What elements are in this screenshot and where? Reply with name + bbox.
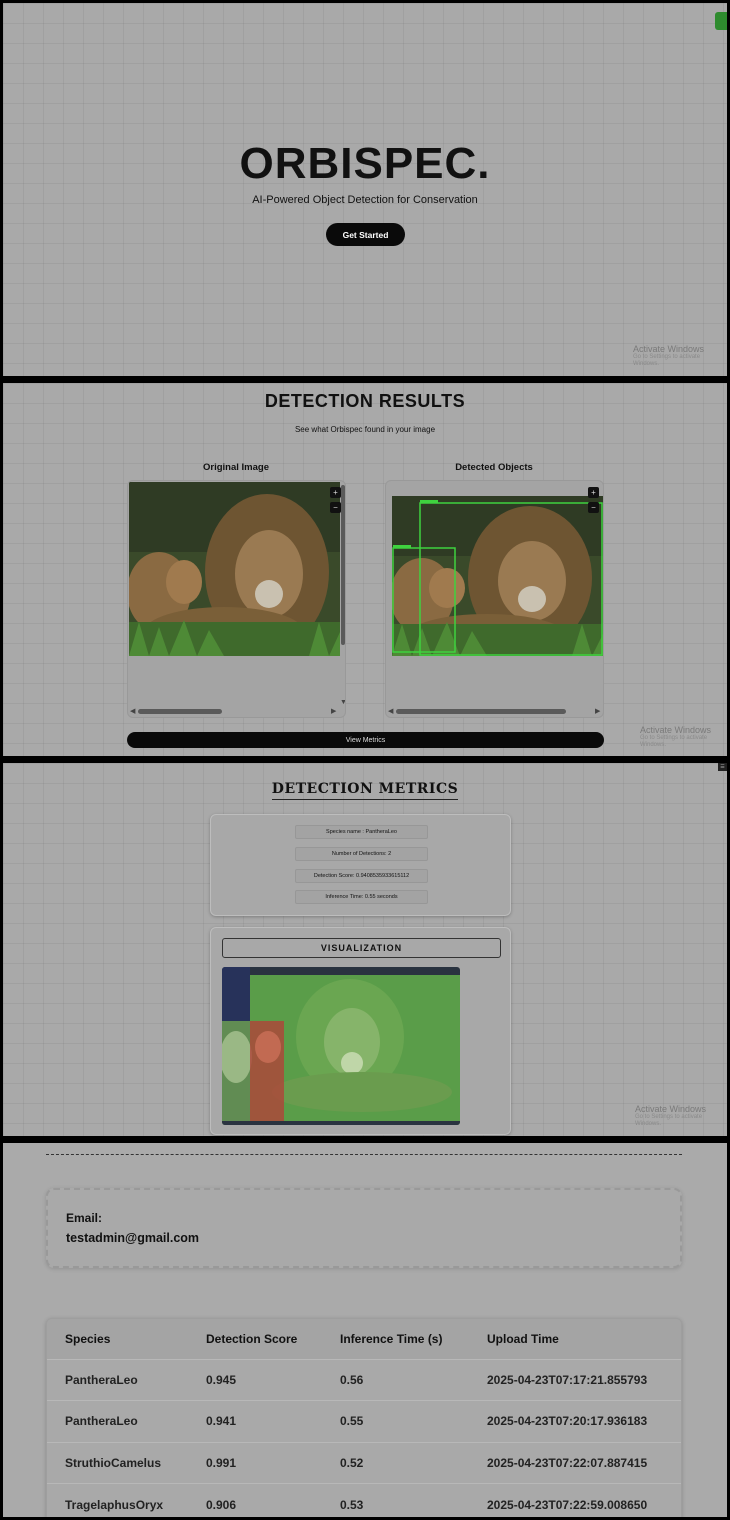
- cell-inference: 0.55: [322, 1400, 469, 1442]
- scroll-left-arrow-icon[interactable]: ◀: [388, 707, 393, 715]
- detection-score: Detection Score: 0.9408535933615112: [295, 869, 428, 883]
- metrics-title: DETECTION METRICS: [3, 781, 727, 800]
- table-row: PantheraLeo 0.941 0.55 2025-04-23T07:20:…: [47, 1400, 681, 1442]
- view-metrics-button[interactable]: View Metrics: [127, 732, 604, 748]
- species-name: Species name : PantheraLeo: [295, 825, 428, 839]
- zoom-out-button[interactable]: −: [588, 502, 599, 513]
- history-table-card: Species Detection Score Inference Time (…: [46, 1318, 682, 1517]
- section-divider: [46, 1154, 682, 1155]
- visualization-card: VISUALIZATION: [210, 927, 511, 1135]
- scroll-left-arrow-icon[interactable]: ◀: [130, 707, 135, 715]
- cell-score: 0.906: [188, 1483, 322, 1517]
- cell-inference: 0.52: [322, 1441, 469, 1484]
- scroll-right-arrow-icon[interactable]: ▶: [595, 707, 600, 715]
- cell-score: 0.941: [188, 1400, 322, 1442]
- original-image-label: Original Image: [203, 462, 269, 473]
- column-header-species: Species: [47, 1319, 188, 1359]
- table-row: PantheraLeo 0.945 0.56 2025-04-23T07:17:…: [47, 1358, 681, 1401]
- visualization-image: [222, 967, 460, 1125]
- detection-count: Number of Detections: 2: [295, 847, 428, 861]
- cell-inference: 0.53: [322, 1483, 469, 1517]
- hero-section: ORBISPEC. AI-Powered Object Detection fo…: [3, 3, 727, 376]
- history-table: Species Detection Score Inference Time (…: [47, 1319, 681, 1517]
- history-section: Email: testadmin@gmail.com Species Detec…: [3, 1143, 727, 1517]
- metrics-card: Species name : PantheraLeo Number of Det…: [210, 814, 511, 916]
- column-header-inference: Inference Time (s): [322, 1319, 469, 1359]
- table-header-row: Species Detection Score Inference Time (…: [47, 1319, 681, 1359]
- results-subtitle: See what Orbispec found in your image: [294, 425, 436, 434]
- activate-windows-watermark: Activate Windows Go to Settings to activ…: [640, 725, 712, 749]
- cell-upload-time: 2025-04-23T07:17:21.855793: [469, 1358, 681, 1401]
- scroll-right-arrow-icon[interactable]: ▶: [331, 707, 336, 715]
- detected-image: [392, 496, 603, 656]
- cell-species: StruthioCamelus: [47, 1441, 188, 1484]
- cell-score: 0.945: [188, 1358, 322, 1401]
- activate-windows-watermark: Activate Windows Go to Settings to activ…: [633, 344, 705, 368]
- inference-time: Inference Time: 0.55 seconds: [295, 890, 428, 904]
- hero-tagline: AI-Powered Object Detection for Conserva…: [252, 194, 478, 206]
- cell-upload-time: 2025-04-23T07:20:17.936183: [469, 1400, 681, 1442]
- vertical-scrollbar[interactable]: [341, 485, 345, 645]
- metrics-section: ☰ DETECTION METRICS Species name : Panth…: [3, 763, 727, 1136]
- zoom-out-button[interactable]: −: [330, 502, 341, 513]
- cell-species: TragelaphusOryx: [47, 1483, 188, 1517]
- horizontal-scrollbar[interactable]: [138, 709, 222, 714]
- cell-upload-time: 2025-04-23T07:22:07.887415: [469, 1441, 681, 1484]
- activate-windows-watermark: Activate Windows Go to Settings to activ…: [635, 1104, 707, 1128]
- cell-species: PantheraLeo: [47, 1400, 188, 1442]
- side-tab[interactable]: [715, 12, 727, 30]
- cell-species: PantheraLeo: [47, 1358, 188, 1401]
- zoom-in-button[interactable]: +: [330, 487, 341, 498]
- cell-upload-time: 2025-04-23T07:22:59.008650: [469, 1483, 681, 1517]
- detected-objects-label: Detected Objects: [455, 462, 533, 473]
- detected-image-viewer[interactable]: + − ◀ ▶: [385, 480, 604, 718]
- original-image-viewer[interactable]: + − ▼ ◀ ▶: [127, 480, 346, 718]
- column-header-score: Detection Score: [188, 1319, 322, 1359]
- scroll-down-arrow-icon[interactable]: ▼: [340, 699, 345, 706]
- corner-control[interactable]: ☰: [718, 763, 727, 771]
- results-section: DETECTION RESULTS See what Orbispec foun…: [3, 383, 727, 756]
- brand-title: ORBISPEC.: [239, 139, 491, 188]
- results-title: DETECTION RESULTS: [264, 391, 466, 411]
- table-row: TragelaphusOryx 0.906 0.53 2025-04-23T07…: [47, 1483, 681, 1517]
- horizontal-scrollbar[interactable]: [396, 709, 566, 714]
- cell-score: 0.991: [188, 1441, 322, 1484]
- column-header-upload-time: Upload Time: [469, 1319, 681, 1359]
- account-card: Email: testadmin@gmail.com: [46, 1188, 682, 1268]
- cell-inference: 0.56: [322, 1358, 469, 1401]
- email-label: Email:: [66, 1211, 103, 1225]
- email-value: testadmin@gmail.com: [66, 1231, 200, 1245]
- zoom-in-button[interactable]: +: [588, 487, 599, 498]
- original-image: [129, 482, 340, 656]
- get-started-button[interactable]: Get Started: [326, 223, 405, 246]
- visualization-title: VISUALIZATION: [222, 938, 501, 958]
- table-row: StruthioCamelus 0.991 0.52 2025-04-23T07…: [47, 1441, 681, 1484]
